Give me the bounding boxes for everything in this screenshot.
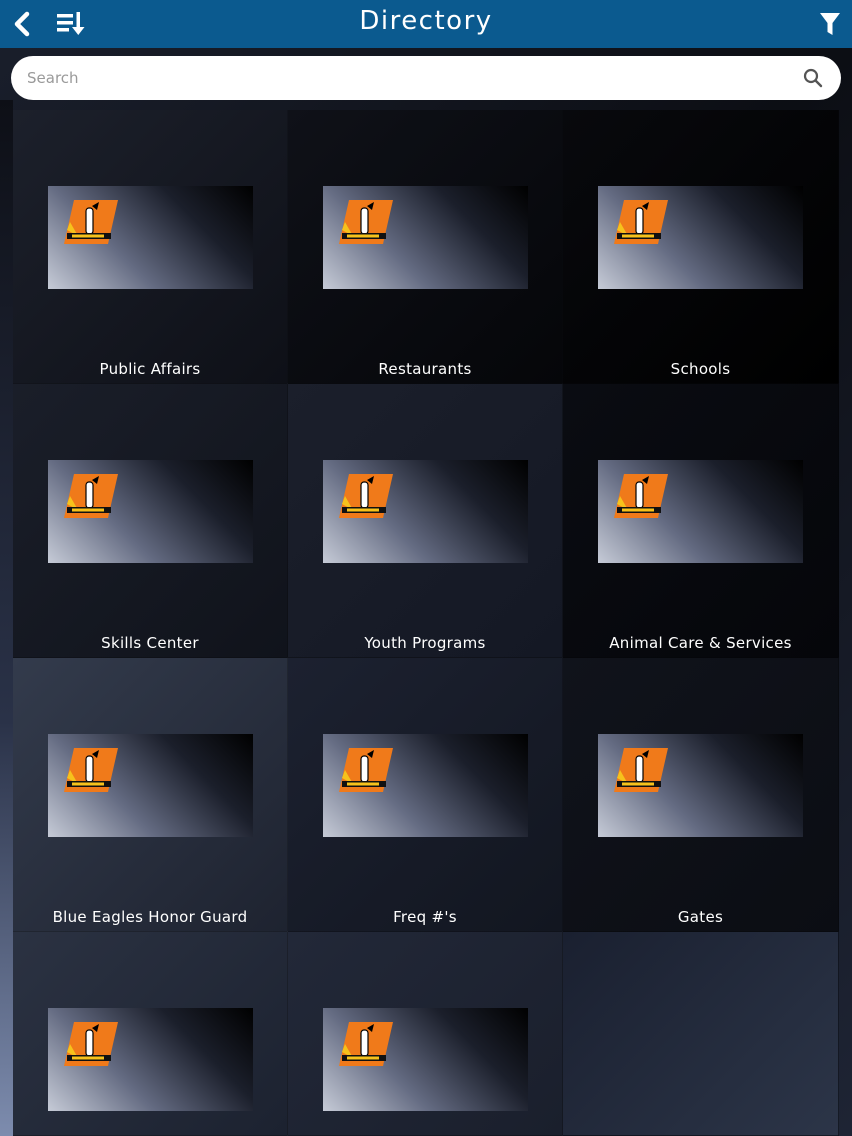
tile-label: Restaurants	[378, 360, 472, 378]
search-bar	[11, 56, 841, 100]
tile-label: Animal Care & Services	[609, 634, 792, 652]
directory-tile[interactable]: Schools	[563, 110, 839, 384]
edwards-logo-icon	[614, 474, 668, 518]
edwards-logo-icon	[339, 200, 393, 244]
left-edge-strip	[0, 100, 13, 1136]
directory-tile[interactable]	[288, 932, 563, 1136]
top-nav-bar: Directory	[0, 0, 852, 48]
tile-label: Skills Center	[101, 634, 199, 652]
filter-funnel-icon	[820, 13, 840, 35]
tile-thumbnail	[48, 186, 253, 289]
tile-label: Schools	[670, 360, 731, 378]
directory-tile[interactable]: Freq #'s	[288, 658, 563, 932]
tile-thumbnail	[323, 734, 528, 837]
search-input[interactable]	[27, 64, 787, 92]
tile-label: Youth Programs	[364, 634, 486, 652]
directory-tile[interactable]: Animal Care & Services	[563, 384, 839, 658]
edwards-logo-icon	[339, 474, 393, 518]
edwards-logo-icon	[339, 748, 393, 792]
tile-thumbnail	[598, 460, 803, 563]
search-icon[interactable]	[803, 68, 823, 88]
tile-thumbnail	[48, 734, 253, 837]
edwards-logo-icon	[64, 474, 118, 518]
tile-thumbnail	[598, 734, 803, 837]
directory-tile[interactable]: Public Affairs	[13, 110, 288, 384]
tile-label: Public Affairs	[99, 360, 201, 378]
tile-thumbnail	[323, 460, 528, 563]
edwards-logo-icon	[339, 1022, 393, 1066]
edwards-logo-icon	[614, 200, 668, 244]
directory-grid: Public Affairs Restaurants Schools Skill…	[13, 110, 839, 1136]
tile-label: Blue Eagles Honor Guard	[52, 908, 248, 926]
tile-thumbnail	[48, 1008, 253, 1111]
directory-tile[interactable]: Skills Center	[13, 384, 288, 658]
directory-tile[interactable]: Restaurants	[288, 110, 563, 384]
tile-thumbnail	[323, 186, 528, 289]
directory-tile[interactable]: Gates	[563, 658, 839, 932]
edwards-logo-icon	[614, 748, 668, 792]
directory-tile[interactable]: Youth Programs	[288, 384, 563, 658]
edwards-logo-icon	[64, 200, 118, 244]
page-title: Directory	[359, 6, 493, 36]
tile-thumbnail	[48, 460, 253, 563]
tile-thumbnail	[598, 186, 803, 289]
tile-label: Freq #'s	[393, 908, 457, 926]
tile-label: Gates	[677, 908, 724, 926]
empty-grid-cell	[563, 932, 839, 1136]
filter-button[interactable]	[818, 8, 842, 40]
edwards-logo-icon	[64, 748, 118, 792]
directory-tile[interactable]: Blue Eagles Honor Guard	[13, 658, 288, 932]
tile-thumbnail	[323, 1008, 528, 1111]
edwards-logo-icon	[64, 1022, 118, 1066]
directory-tile[interactable]	[13, 932, 288, 1136]
